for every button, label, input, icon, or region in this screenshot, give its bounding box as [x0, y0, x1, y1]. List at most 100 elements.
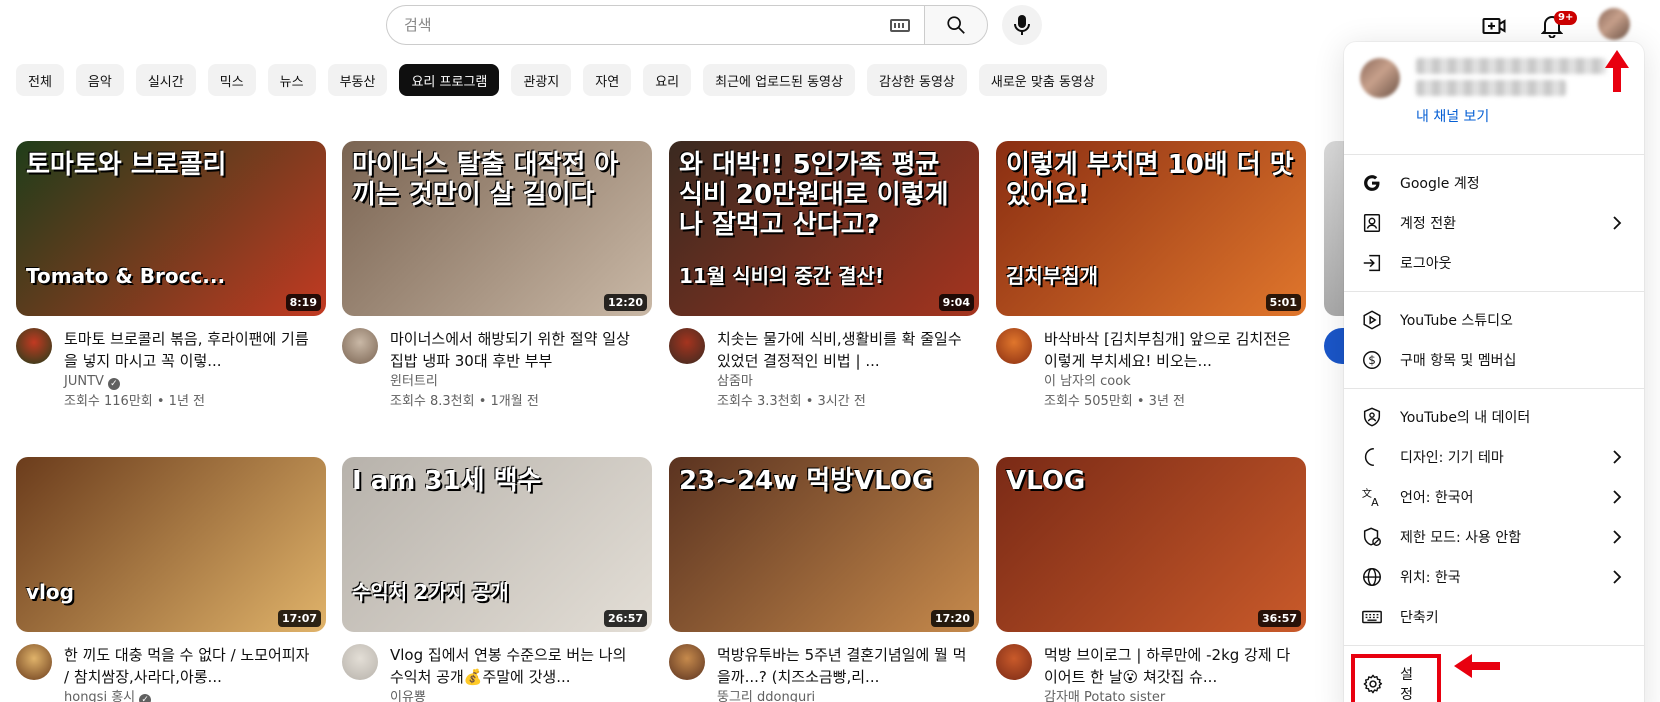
search-bar	[386, 5, 988, 45]
video-channel[interactable]: 삼줌마	[717, 372, 967, 392]
menu-item-shield-person[interactable]: YouTube의 내 데이터	[1344, 397, 1644, 437]
chip-5[interactable]: 부동산	[327, 64, 388, 96]
account-identity: 내 채널 보기	[1416, 58, 1606, 130]
video-meta: 바삭바삭 [김치부침개] 앞으로 김치전은 이렇게 부치세요! 비오는... 이…	[996, 328, 1306, 412]
video-thumbnail[interactable]: I am 31세 백수 수익처 2가지 공개 26:57	[342, 457, 652, 632]
channel-name[interactable]: 감자매 Potato sister	[1044, 690, 1165, 702]
create-button[interactable]	[1476, 8, 1512, 44]
channel-name[interactable]: hongsi 홍시	[64, 690, 135, 702]
video-info: 토마토 브로콜리 볶음, 후라이팬에 기름을 넣지 마시고 꼭 이렇... JU…	[64, 328, 314, 412]
chip-1[interactable]: 음악	[75, 64, 124, 96]
video-thumbnail[interactable]: 와 대박!! 5인가족 평균 식비 20만원대로 이렇게나 잘먹고 산다고? 1…	[669, 141, 979, 316]
partial-channel-avatar[interactable]	[1324, 328, 1344, 364]
video-channel[interactable]: 이 남자의 cook	[1044, 372, 1294, 392]
search-input[interactable]	[404, 16, 890, 34]
channel-name[interactable]: 윈터트리	[390, 374, 438, 389]
video-channel[interactable]: 이유뿅	[390, 688, 640, 702]
channel-avatar[interactable]	[16, 644, 52, 680]
video-title[interactable]: 먹방 브이로그 | 하루만에 -2kg 강제 다이어트 한 날😮 쳐갓집 슈..…	[1044, 644, 1294, 688]
account-avatar[interactable]	[1598, 8, 1630, 40]
menu-item-restricted[interactable]: 제한 모드: 사용 안함	[1344, 517, 1644, 557]
chip-3[interactable]: 믹스	[207, 64, 256, 96]
video-thumbnail[interactable]: VLOG 36:57	[996, 457, 1306, 632]
video-channel[interactable]: hongsi 홍시 ✓	[64, 688, 314, 702]
video-title[interactable]: 치솟는 물가에 식비,생활비를 확 줄일수 있었던 결정적인 비법 | ...	[717, 328, 967, 372]
video-title[interactable]: 토마토 브로콜리 볶음, 후라이팬에 기름을 넣지 마시고 꼭 이렇...	[64, 328, 314, 372]
channel-avatar[interactable]	[996, 644, 1032, 680]
search-button[interactable]	[924, 5, 988, 45]
video-title[interactable]: 먹방유투바는 5주년 결혼기념일에 뭘 먹을까...? (치즈소금빵,리...	[717, 644, 967, 688]
video-thumbnail[interactable]: 23~24w 먹방VLOG 17:20	[669, 457, 979, 632]
video-card[interactable]: VLOG 36:57 먹방 브이로그 | 하루만에 -2kg 강제 다이어트 한…	[996, 457, 1306, 702]
menu-item-google[interactable]: Google 계정	[1344, 163, 1644, 203]
channel-avatar[interactable]	[16, 328, 52, 364]
video-thumbnail[interactable]: 마이너스 탈출 대작전 아끼는 것만이 살 길이다 12:20	[342, 141, 652, 316]
channel-name[interactable]: 이유뿅	[390, 690, 426, 702]
menu-item-dollar[interactable]: $ 구매 항목 및 멤버십	[1344, 340, 1644, 380]
menu-item-translate[interactable]: 文A 언어: 한국어	[1344, 477, 1644, 517]
chip-7[interactable]: 관광지	[511, 64, 572, 96]
chip-12[interactable]: 새로운 맞춤 동영상	[978, 64, 1107, 96]
settings-menu-item[interactable]: 설정	[1351, 654, 1441, 702]
search-box[interactable]	[386, 5, 924, 45]
channel-name[interactable]: JUNTV	[64, 374, 104, 389]
channel-avatar[interactable]	[669, 644, 705, 680]
keyboard-icon[interactable]	[890, 18, 910, 32]
menu-item-globe[interactable]: 위치: 한국	[1344, 557, 1644, 597]
video-info: 먹방유투바는 5주년 결혼기념일에 뭘 먹을까...? (치즈소금빵,리... …	[717, 644, 967, 702]
annotation-arrow-up-icon	[1605, 50, 1629, 92]
video-card[interactable]: 이렇게 부치면 10배 더 맛있어요! 김치부침개 5:01 바삭바삭 [김치부…	[996, 141, 1306, 412]
menu-item-keyboard[interactable]: 단축키	[1344, 597, 1644, 637]
chip-6[interactable]: 요리 프로그램	[399, 64, 500, 96]
chip-8[interactable]: 자연	[583, 64, 632, 96]
channel-avatar[interactable]	[669, 328, 705, 364]
notifications-button[interactable]: 9+	[1534, 8, 1578, 44]
channel-name[interactable]: 뚱그리 ddonguri	[717, 690, 815, 702]
video-stats: 조회수 3.3천회 • 3시간 전	[717, 394, 866, 409]
video-info: Vlog 집에서 연봉 수준으로 버는 나의 수익처 공개💰주말에 갓생... …	[390, 644, 640, 702]
channel-avatar[interactable]	[342, 328, 378, 364]
view-channel-link[interactable]: 내 채널 보기	[1416, 106, 1606, 126]
video-card[interactable]: 토마토와 브로콜리 Tomato & Brocc... 8:19 토마토 브로콜…	[16, 141, 326, 412]
video-thumbnail[interactable]: vlog 17:07	[16, 457, 326, 632]
video-title[interactable]: 바삭바삭 [김치부침개] 앞으로 김치전은 이렇게 부치세요! 비오는...	[1044, 328, 1294, 372]
chip-10[interactable]: 최근에 업로드된 동영상	[703, 64, 855, 96]
menu-item-sign-out[interactable]: 로그아웃	[1344, 243, 1644, 283]
channel-avatar[interactable]	[342, 644, 378, 680]
channel-name[interactable]: 이 남자의 cook	[1044, 374, 1131, 389]
video-card[interactable]: I am 31세 백수 수익처 2가지 공개 26:57 Vlog 집에서 연봉…	[342, 457, 652, 702]
video-card[interactable]: 와 대박!! 5인가족 평균 식비 20만원대로 이렇게나 잘먹고 산다고? 1…	[669, 141, 979, 412]
video-card[interactable]: 23~24w 먹방VLOG 17:20 먹방유투바는 5주년 결혼기념일에 뭘 …	[669, 457, 979, 702]
blurred-account-name	[1416, 58, 1606, 74]
chip-9[interactable]: 요리	[643, 64, 692, 96]
menu-item-studio[interactable]: YouTube 스튜디오	[1344, 300, 1644, 340]
video-card[interactable]: 마이너스 탈출 대작전 아끼는 것만이 살 길이다 12:20 마이너스에서 해…	[342, 141, 652, 412]
video-channel[interactable]: 감자매 Potato sister	[1044, 688, 1294, 702]
thumbnail-subcaption: vlog	[26, 580, 74, 604]
video-meta: 한 끼도 대충 먹을 수 없다 / 노모어피자 / 참치쌈장,사라다,아롱...…	[16, 644, 326, 702]
chip-0[interactable]: 전체	[16, 64, 64, 96]
shield-person-icon	[1360, 405, 1384, 429]
channel-name[interactable]: 삼줌마	[717, 374, 753, 389]
video-title[interactable]: 한 끼도 대충 먹을 수 없다 / 노모어피자 / 참치쌈장,사라다,아롱...	[64, 644, 314, 688]
video-channel[interactable]: 윈터트리	[390, 372, 640, 392]
video-thumbnail[interactable]: 토마토와 브로콜리 Tomato & Brocc... 8:19	[16, 141, 326, 316]
menu-item-switch-account[interactable]: 계정 전환	[1344, 203, 1644, 243]
video-stats: 조회수 8.3천회 • 1개월 전	[390, 394, 539, 409]
verified-check-icon: ✓	[107, 378, 120, 390]
thumbnail-caption: VLOG	[1006, 466, 1086, 496]
menu-item-moon[interactable]: 디자인: 기기 테마	[1344, 437, 1644, 477]
video-title[interactable]: 마이너스에서 해방되기 위한 절약 일상 집밥 냉파 30대 후반 부부	[390, 328, 640, 372]
video-channel[interactable]: 뚱그리 ddonguri	[717, 688, 967, 702]
chip-4[interactable]: 뉴스	[267, 64, 316, 96]
video-channel[interactable]: JUNTV ✓	[64, 372, 314, 392]
video-title[interactable]: Vlog 집에서 연봉 수준으로 버는 나의 수익처 공개💰주말에 갓생...	[390, 644, 640, 688]
video-card[interactable]: vlog 17:07 한 끼도 대충 먹을 수 없다 / 노모어피자 / 참치쌈…	[16, 457, 326, 702]
voice-search-button[interactable]	[1002, 5, 1042, 45]
video-info: 한 끼도 대충 먹을 수 없다 / 노모어피자 / 참치쌈장,사라다,아롱...…	[64, 644, 314, 702]
video-info: 바삭바삭 [김치부침개] 앞으로 김치전은 이렇게 부치세요! 비오는... 이…	[1044, 328, 1294, 412]
chip-11[interactable]: 감상한 동영상	[866, 64, 967, 96]
chip-2[interactable]: 실시간	[135, 64, 196, 96]
video-thumbnail[interactable]: 이렇게 부치면 10배 더 맛있어요! 김치부침개 5:01	[996, 141, 1306, 316]
channel-avatar[interactable]	[996, 328, 1032, 364]
